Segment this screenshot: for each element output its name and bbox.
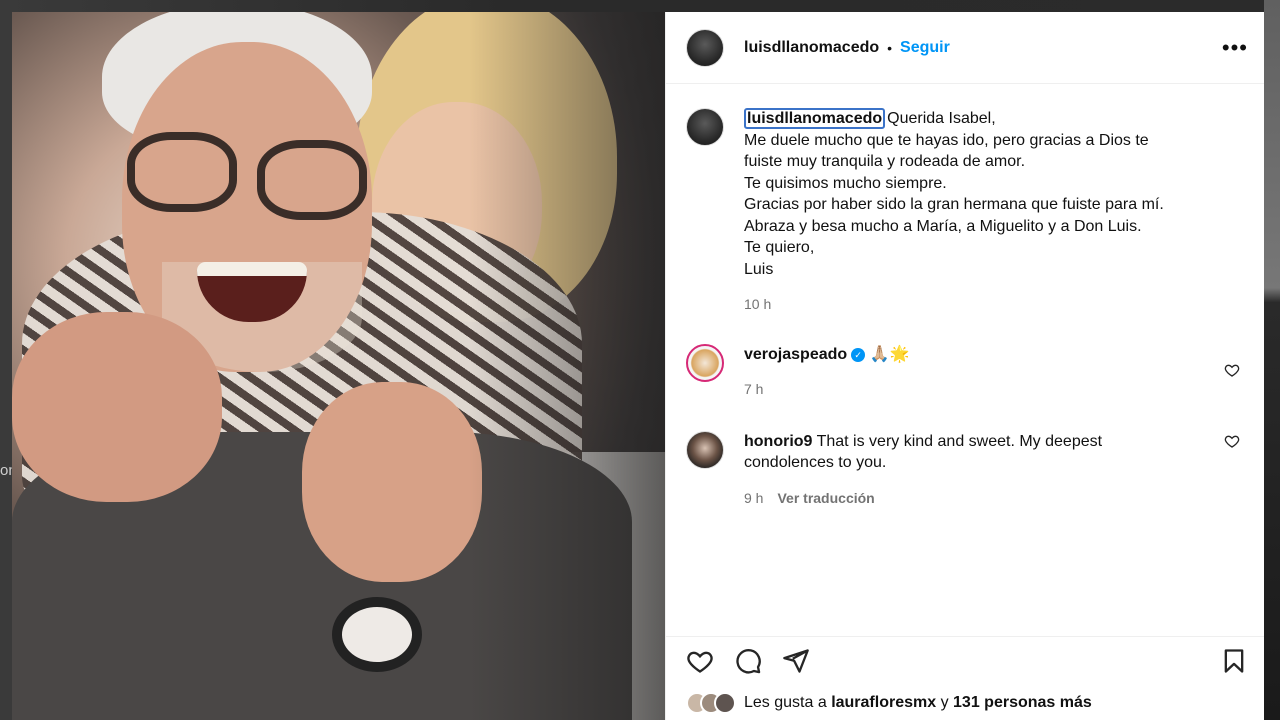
caption-body: luisdllanomacedo Querida Isabel, Me duele…	[744, 108, 1164, 316]
commenter-avatar[interactable]	[686, 430, 724, 469]
comment-text: That is very kind and sweet. My deepest	[816, 432, 1103, 450]
caption-avatar[interactable]	[686, 108, 724, 146]
likes-summary[interactable]: Les gusta a laurafloresmx y 131 personas…	[686, 692, 1248, 714]
comment-text-continued: condolences to you.	[744, 454, 887, 471]
caption-line: Me duele mucho que te hayas ido, pero gr…	[744, 131, 1149, 149]
like-comment-heart-icon[interactable]	[1224, 362, 1240, 378]
follow-button[interactable]: Seguir	[900, 39, 950, 57]
verified-badge-icon: ✓	[851, 347, 866, 362]
caption-line: Te quiero,	[744, 239, 815, 256]
caption-username[interactable]: luisdllanomacedo	[744, 108, 886, 129]
commenter-username[interactable]: honorio9	[744, 433, 812, 450]
translate-button[interactable]: Ver traducción	[777, 490, 874, 506]
comment-item: honorio9 That is very kind and sweet. My…	[686, 430, 1248, 510]
photo-shade	[12, 12, 665, 720]
caption-line: Gracias por haber sido la gran hermana q…	[744, 196, 1164, 213]
liker-avatars	[686, 692, 736, 714]
post-photo[interactable]	[12, 12, 665, 720]
more-options-icon[interactable]: •••	[1222, 36, 1248, 59]
author-username[interactable]: luisdllanomacedo	[744, 39, 879, 57]
post-sidebar: luisdllanomacedo • Seguir ••• luisdllano…	[665, 12, 1264, 720]
comment-time[interactable]: 7 h	[744, 379, 909, 401]
likes-others[interactable]: 131 personas más	[953, 694, 1092, 712]
caption-time[interactable]: 10 h	[744, 294, 1164, 316]
caption-line: Abraza y besa mucho a María, a Miguelito…	[744, 217, 1142, 235]
page-backdrop-right	[1264, 0, 1280, 720]
comment-text: 🙏🏼🌟	[869, 345, 910, 363]
commenter-avatar[interactable]	[686, 343, 724, 382]
caption-line: Te quisimos mucho siempre.	[744, 174, 947, 192]
header-separator: •	[887, 39, 893, 56]
author-avatar[interactable]	[686, 28, 724, 67]
comments-list[interactable]: luisdllanomacedo Querida Isabel, Me duele…	[666, 84, 1264, 636]
caption-line: Luis	[744, 260, 774, 278]
comment-meta: 9 h Ver traducción	[744, 488, 1102, 510]
commenter-username[interactable]: verojaspeado	[744, 346, 847, 363]
save-bookmark-icon[interactable]	[1220, 647, 1248, 675]
post-header: luisdllanomacedo • Seguir •••	[666, 12, 1264, 84]
caption: luisdllanomacedo Querida Isabel, Me duele…	[686, 108, 1248, 316]
comment-body: honorio9 That is very kind and sweet. My…	[744, 431, 1102, 510]
post-modal: luisdllanomacedo • Seguir ••• luisdllano…	[12, 12, 1264, 720]
comment-item: verojaspeado ✓ 🙏🏼🌟 7 h	[686, 343, 1248, 401]
comment-bubble-icon[interactable]	[734, 647, 762, 675]
caption-line: Querida Isabel,	[887, 110, 996, 127]
like-comment-heart-icon[interactable]	[1224, 433, 1240, 449]
post-actions	[666, 636, 1264, 684]
like-heart-icon[interactable]	[686, 647, 714, 675]
caption-line: fuiste muy tranquila y rodeada de amor.	[744, 153, 1026, 170]
likes-joiner: y	[940, 694, 949, 711]
liker-username[interactable]: laurafloresmx	[831, 694, 936, 712]
likes-prefix: Les gusta a	[744, 694, 827, 711]
share-send-icon[interactable]	[782, 647, 810, 675]
comment-body: verojaspeado ✓ 🙏🏼🌟 7 h	[744, 344, 909, 401]
comment-time[interactable]: 9 h	[744, 490, 763, 506]
liker-avatar	[714, 692, 736, 714]
